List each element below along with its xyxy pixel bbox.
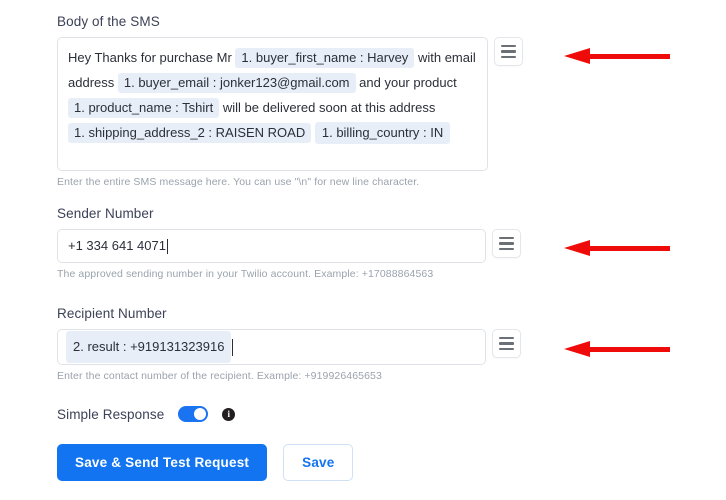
sender-number-value: +1 334 641 4071 <box>68 238 166 253</box>
merge-token-buyer-first-name[interactable]: 1. buyer_first_name : Harvey <box>235 48 415 68</box>
hamburger-bar <box>499 247 514 251</box>
hamburger-icon-body[interactable] <box>494 37 523 66</box>
merge-token-buyer-email[interactable]: 1. buyer_email : jonker123@gmail.com <box>117 73 356 93</box>
sms-settings-form: Body of the SMS Hey Thanks for purchase … <box>0 0 726 500</box>
hamburger-bar <box>501 50 516 53</box>
hamburger-bar <box>499 236 514 240</box>
recipient-number-input[interactable]: 2. result : +919131323916 <box>57 329 486 365</box>
hamburger-bar <box>499 242 514 245</box>
body-of-sms-field-block: Body of the SMS Hey Thanks for purchase … <box>57 14 523 189</box>
arrow-shaft <box>582 246 670 251</box>
body-of-sms-textarea[interactable]: Hey Thanks for purchase Mr 1. buyer_firs… <box>57 37 488 171</box>
hamburger-bar <box>499 342 514 345</box>
save-and-send-test-request-button[interactable]: Save & Send Test Request <box>57 444 268 481</box>
body-text-segment: and <box>359 75 381 90</box>
body-text-segment: will be delivered soon at <box>222 100 362 115</box>
body-of-sms-help-text: Enter the entire SMS message here. You c… <box>57 176 420 188</box>
arrow-left-icon-sender <box>564 240 670 257</box>
simple-response-toggle[interactable] <box>178 406 209 422</box>
simple-response-row: Simple Response i <box>57 406 236 422</box>
recipient-number-help-text: Enter the contact number of the recipien… <box>57 370 382 382</box>
arrow-left-icon-recipient <box>564 341 670 358</box>
sender-number-help-text: The approved sending number in your Twil… <box>57 268 434 280</box>
hamburger-bar <box>499 347 514 351</box>
hamburger-bar <box>499 336 514 340</box>
sender-number-input-row: +1 334 641 4071 <box>57 229 521 263</box>
body-of-sms-input-row: Hey Thanks for purchase Mr 1. buyer_firs… <box>57 37 523 171</box>
hamburger-bar <box>501 44 516 48</box>
arrow-head <box>564 240 590 256</box>
hamburger-icon-sender[interactable] <box>492 229 521 258</box>
body-text-segment: this address <box>365 100 436 115</box>
merge-token-result[interactable]: 2. result : +919131323916 <box>66 331 232 363</box>
body-text-segment: Hey Thanks for purchase Mr <box>68 50 232 65</box>
simple-response-label: Simple Response <box>57 406 165 422</box>
sender-number-input[interactable]: +1 334 641 4071 <box>57 229 486 263</box>
text-caret <box>232 338 234 356</box>
recipient-number-field-block: Recipient Number 2. result : +9191313239… <box>57 306 521 383</box>
toggle-knob <box>194 408 207 420</box>
hamburger-bar <box>501 55 516 59</box>
merge-token-shipping-address-2[interactable]: 1. shipping_address_2 : RAISEN ROAD <box>68 123 312 143</box>
arrow-head <box>564 48 590 64</box>
hamburger-icon-recipient[interactable] <box>492 329 521 358</box>
merge-token-billing-country[interactable]: 1. billing_country : IN <box>314 122 451 144</box>
merge-token-product-name[interactable]: 1. product_name : Tshirt <box>68 98 220 118</box>
sender-number-label: Sender Number <box>57 206 154 221</box>
arrow-shaft <box>582 54 670 59</box>
text-caret <box>166 238 168 254</box>
arrow-shaft <box>582 347 670 352</box>
form-actions: Save & Send Test Request Save <box>57 444 354 481</box>
info-icon[interactable]: i <box>222 407 236 421</box>
body-text-segment: your product <box>384 75 457 90</box>
body-of-sms-label: Body of the SMS <box>57 14 160 29</box>
body-text-segment: with <box>417 50 442 65</box>
recipient-number-label: Recipient Number <box>57 306 167 321</box>
arrow-left-icon-body <box>564 48 670 65</box>
recipient-number-input-row: 2. result : +919131323916 <box>57 329 521 365</box>
arrow-head <box>564 341 590 357</box>
sender-number-field-block: Sender Number +1 334 641 4071 The approv… <box>57 206 521 281</box>
save-button[interactable]: Save <box>283 444 354 481</box>
